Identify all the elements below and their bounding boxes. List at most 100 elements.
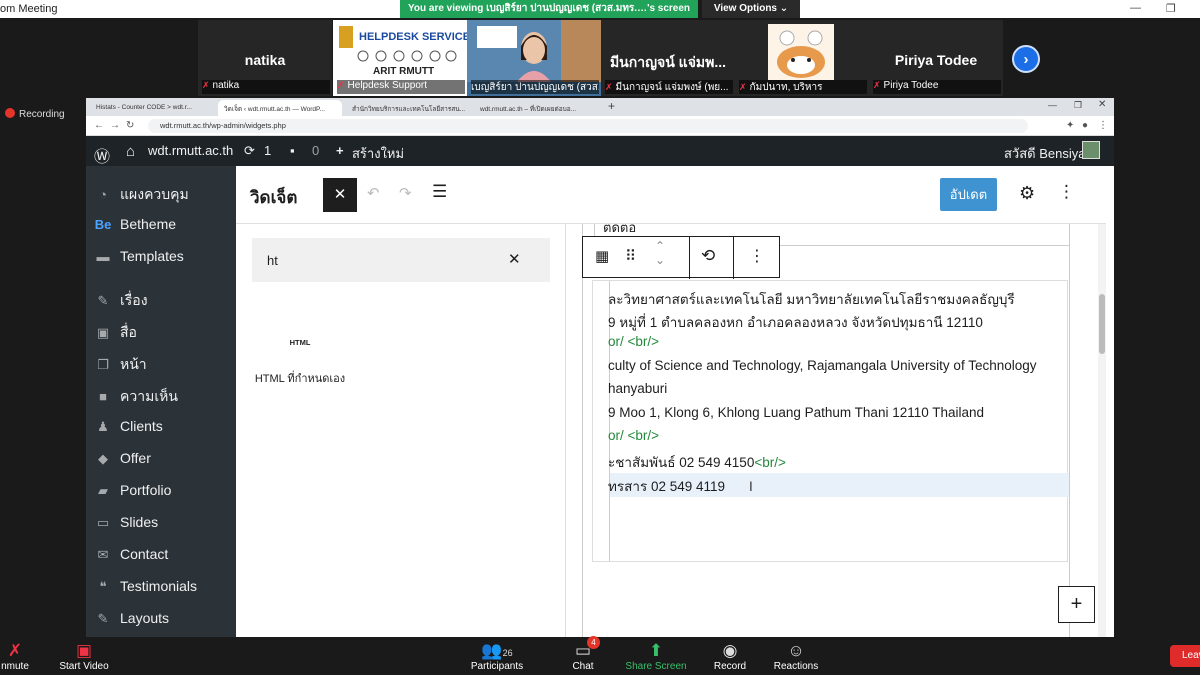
profile-icon[interactable]: ● (1082, 120, 1088, 131)
drag-handle-icon[interactable]: ⠿ (625, 247, 636, 265)
block-toolbar: ▦ ⠿ ⌃ ⌄ ⟲ ⋮ (582, 236, 780, 279)
sidebar-item-testimonials[interactable]: ❝ Testimonials (94, 578, 198, 595)
back-icon[interactable]: ← (94, 120, 104, 131)
sidebar-item-clients[interactable]: ♟ Clients (94, 418, 163, 435)
participant-tile[interactable]: ✗ กัมปนาท, บริหาร (735, 20, 869, 96)
participant-label: เบญสิร์ยา ปานปญญเดช (สวส... (471, 82, 599, 93)
start-video-button[interactable]: ▣ Start Video (56, 640, 112, 672)
next-page-arrow-icon[interactable]: › (1012, 45, 1040, 73)
calendar-icon[interactable]: ▦ (595, 247, 609, 265)
code-line: or/ <br/> (608, 428, 660, 443)
html-block-icon: HTML (289, 338, 311, 347)
participant-tile[interactable]: Piriya Todee ✗ Piriya Todee (869, 20, 1003, 96)
sidebar-item-แผงควบคุม[interactable]: ◔ แผงควบคุม (94, 184, 189, 206)
transform-block-icon[interactable]: ⟲ (701, 246, 715, 266)
sidebar-item-สื่อ[interactable]: ▣ สื่อ (94, 322, 137, 344)
forward-icon[interactable]: → (110, 120, 120, 131)
muted-mic-icon: ✗ (873, 80, 881, 90)
editor-scrollbar[interactable] (1098, 224, 1106, 638)
participant-name: natika (244, 52, 286, 68)
sidebar-item-layouts[interactable]: ✎ Layouts (94, 610, 170, 627)
sidebar-item-portfolio[interactable]: ▰ Portfolio (94, 482, 171, 499)
share-screen-button[interactable]: ⬆ Share Screen (622, 640, 690, 672)
options-menu-icon[interactable]: ⋮ (1058, 182, 1075, 202)
chat-badge: 4 (587, 636, 600, 649)
restore-icon[interactable]: ❐ (1166, 2, 1176, 15)
block-search-value: ht (267, 253, 278, 268)
helpdesk-title: HELPDESK SERVICE (359, 31, 467, 43)
block-inserter-panel: ht ✕ HTML HTML ที่กำหนดเอง (236, 224, 566, 638)
redo-icon[interactable]: ↷ (399, 184, 412, 202)
participant-tile[interactable]: เบญสิร์ยา ปานปญญเดช (สวส... (467, 20, 601, 96)
participant-name: Piriya Todee (894, 52, 978, 68)
maximize-icon[interactable]: ❐ (1074, 100, 1082, 111)
new-content-link[interactable]: สร้างใหม่ (352, 143, 404, 164)
sidebar-item-label: Portfolio (120, 482, 172, 498)
participant-video (467, 20, 601, 82)
list-view-icon[interactable]: ☰ (432, 182, 447, 202)
browser-tab[interactable]: Histats - Counter CODE > wdt.r... (90, 100, 214, 116)
participants-button[interactable]: 👥26 Participants (468, 640, 526, 672)
user-avatar[interactable] (1082, 141, 1100, 159)
close-icon[interactable]: ✕ (1098, 99, 1106, 110)
update-button[interactable]: อัปเดต (940, 178, 997, 211)
code-line: ะชาสัมพันธ์ 02 549 4150<br/> (608, 455, 786, 470)
view-options-button[interactable]: View Options ⌄ (702, 0, 800, 18)
contact-icon: ✉ (97, 547, 109, 562)
editor-header: วิดเจ็ต ✕ ↶ ↷ ☰ อัปเดต ⚙ ⋮ (236, 166, 1106, 224)
sidebar-item-label: Templates (120, 248, 184, 264)
page-icon: ❐ (97, 357, 109, 372)
slides-icon: ▭ (96, 515, 110, 530)
site-name-link[interactable]: wdt.rmutt.ac.th (148, 143, 233, 158)
move-up-down-icon[interactable]: ⌃ ⌄ (655, 239, 665, 267)
block-search-input[interactable]: ht ✕ (252, 238, 550, 282)
updates-icon[interactable]: ⟳ (244, 143, 255, 159)
sidebar-item-ความเห็น[interactable]: ■ ความเห็น (94, 386, 178, 408)
sidebar-item-เรื่อง[interactable]: ✎ เรื่อง (94, 290, 148, 312)
share-screen-icon: ⬆ (648, 641, 664, 660)
clients-icon: ♟ (97, 419, 109, 434)
browser-menu-icon[interactable]: ⋮ (1098, 120, 1108, 131)
browser-tab[interactable]: สำนักวิทยบริการและเทคโนโลยีสารสน... (346, 100, 470, 116)
sidebar-item-templates[interactable]: ▬ Templates (94, 248, 184, 264)
minimize-icon[interactable]: — (1130, 2, 1141, 14)
address-bar: ← → ↻ wdt.rmutt.ac.th/wp-admin/widgets.p… (86, 116, 1114, 136)
comments-count[interactable]: 0 (312, 143, 319, 158)
record-button[interactable]: ◉ Record (710, 640, 750, 672)
browser-tab[interactable]: wdt.rmutt.ac.th – ที่เปิดเผยต่อบอ... (474, 100, 598, 116)
home-icon[interactable]: ⌂ (126, 143, 135, 160)
url-field[interactable]: wdt.rmutt.ac.th/wp-admin/widgets.php (148, 119, 1028, 133)
custom-html-block-option[interactable]: HTML HTML ที่กำหนดเอง (254, 330, 346, 410)
participant-name: มีนกาญจน์ แจ่มพ... (609, 54, 727, 70)
sidebar-item-contact[interactable]: ✉ Contact (94, 546, 169, 563)
updates-count[interactable]: 1 (264, 143, 271, 158)
undo-icon[interactable]: ↶ (367, 184, 380, 202)
minimize-icon[interactable]: — (1048, 100, 1057, 110)
extension-icon[interactable]: ✦ (1066, 120, 1074, 131)
browser-tab-active[interactable]: วิดเจ็ต ‹ wdt.rmutt.ac.th — WordP... (218, 100, 342, 116)
greeting-link[interactable]: สวัสดี Bensiya (1004, 143, 1085, 164)
sidebar-item-หน้า[interactable]: ❐ หน้า (94, 354, 147, 376)
clear-search-icon[interactable]: ✕ (508, 250, 521, 268)
participant-tile[interactable]: มีนกาญจน์ แจ่มพ... ✗ มีนกาญจน์ แจ่มพงษ์ (… (601, 20, 735, 96)
code-line: hanyaburi (608, 381, 668, 396)
block-options-icon[interactable]: ⋮ (749, 246, 765, 266)
unmute-button[interactable]: ✗ nmute (0, 640, 30, 672)
wordpress-logo-icon[interactable]: Ⓦ (94, 143, 110, 167)
sidebar-item-offer[interactable]: ◆ Offer (94, 450, 151, 467)
close-inserter-button[interactable]: ✕ (323, 178, 357, 212)
participant-tile[interactable]: HELPDESK SERVICE ARIT RMUTT ✗ Helpdesk Su… (333, 20, 467, 96)
settings-gear-icon[interactable]: ⚙ (1019, 183, 1035, 204)
code-line: ละวิทยาศาสตร์และเทคโนโลยี มหาวิทยาลัยเทค… (608, 292, 1015, 307)
participant-tile[interactable]: natika ✗ natika (198, 20, 332, 96)
sidebar-item-slides[interactable]: ▭ Slides (94, 514, 158, 531)
sidebar-item-label: Contact (120, 546, 169, 562)
comments-icon[interactable]: ▪ (290, 143, 295, 158)
reactions-button[interactable]: ☺ Reactions (770, 640, 822, 672)
leave-button[interactable]: Leav (1170, 645, 1200, 667)
new-tab-icon[interactable]: + (608, 99, 615, 113)
plus-icon[interactable]: + (336, 143, 344, 158)
sidebar-item-betheme[interactable]: Be Betheme (94, 216, 176, 232)
add-block-button[interactable]: + (1058, 586, 1095, 623)
reload-icon[interactable]: ↻ (126, 120, 134, 131)
